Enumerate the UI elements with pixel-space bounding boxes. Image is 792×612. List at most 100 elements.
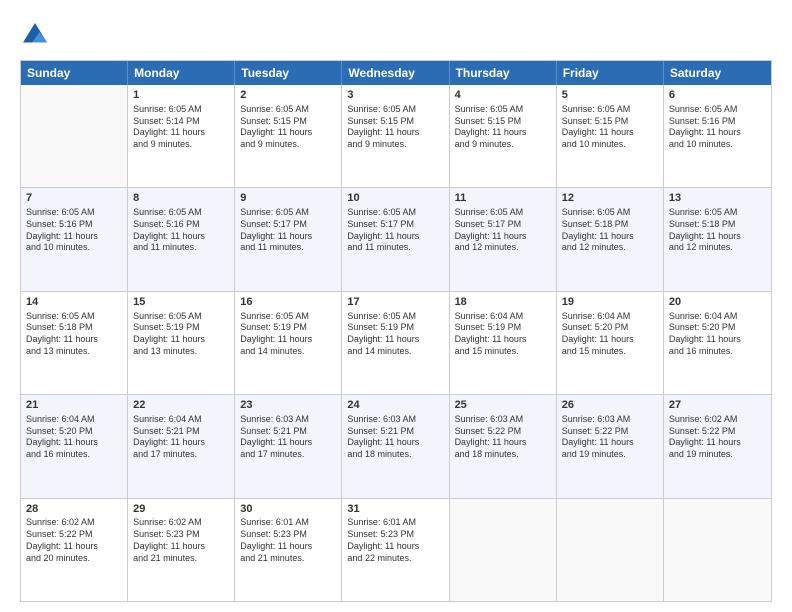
day-number: 10 [347,191,443,206]
cal-cell-day-17: 17Sunrise: 6:05 AM Sunset: 5:19 PM Dayli… [342,292,449,394]
cal-cell-day-20: 20Sunrise: 6:04 AM Sunset: 5:20 PM Dayli… [664,292,771,394]
day-info: Sunrise: 6:05 AM Sunset: 5:16 PM Dayligh… [133,207,229,254]
day-number: 3 [347,88,443,103]
cal-header-friday: Friday [557,61,664,85]
cal-cell-day-19: 19Sunrise: 6:04 AM Sunset: 5:20 PM Dayli… [557,292,664,394]
cal-cell-day-10: 10Sunrise: 6:05 AM Sunset: 5:17 PM Dayli… [342,188,449,290]
cal-cell-day-27: 27Sunrise: 6:02 AM Sunset: 5:22 PM Dayli… [664,395,771,497]
day-number: 7 [26,191,122,206]
day-number: 27 [669,398,766,413]
day-number: 5 [562,88,658,103]
calendar-body: 1Sunrise: 6:05 AM Sunset: 5:14 PM Daylig… [21,85,771,601]
day-info: Sunrise: 6:05 AM Sunset: 5:19 PM Dayligh… [240,311,336,358]
day-info: Sunrise: 6:05 AM Sunset: 5:15 PM Dayligh… [562,104,658,151]
cal-header-wednesday: Wednesday [342,61,449,85]
cal-cell-day-2: 2Sunrise: 6:05 AM Sunset: 5:15 PM Daylig… [235,85,342,187]
cal-cell-day-30: 30Sunrise: 6:01 AM Sunset: 5:23 PM Dayli… [235,499,342,601]
cal-cell-day-11: 11Sunrise: 6:05 AM Sunset: 5:17 PM Dayli… [450,188,557,290]
day-number: 24 [347,398,443,413]
day-number: 9 [240,191,336,206]
cal-cell-day-13: 13Sunrise: 6:05 AM Sunset: 5:18 PM Dayli… [664,188,771,290]
day-info: Sunrise: 6:05 AM Sunset: 5:15 PM Dayligh… [455,104,551,151]
cal-cell-day-31: 31Sunrise: 6:01 AM Sunset: 5:23 PM Dayli… [342,499,449,601]
day-number: 20 [669,295,766,310]
cal-row-3: 21Sunrise: 6:04 AM Sunset: 5:20 PM Dayli… [21,395,771,498]
cal-header-monday: Monday [128,61,235,85]
cal-row-2: 14Sunrise: 6:05 AM Sunset: 5:18 PM Dayli… [21,292,771,395]
cal-header-tuesday: Tuesday [235,61,342,85]
cal-header-thursday: Thursday [450,61,557,85]
day-number: 11 [455,191,551,206]
day-number: 31 [347,502,443,517]
cal-cell-day-21: 21Sunrise: 6:04 AM Sunset: 5:20 PM Dayli… [21,395,128,497]
day-info: Sunrise: 6:05 AM Sunset: 5:17 PM Dayligh… [455,207,551,254]
cal-cell-day-12: 12Sunrise: 6:05 AM Sunset: 5:18 PM Dayli… [557,188,664,290]
cal-cell-day-9: 9Sunrise: 6:05 AM Sunset: 5:17 PM Daylig… [235,188,342,290]
day-number: 22 [133,398,229,413]
day-number: 29 [133,502,229,517]
day-number: 1 [133,88,229,103]
cal-cell-day-14: 14Sunrise: 6:05 AM Sunset: 5:18 PM Dayli… [21,292,128,394]
day-info: Sunrise: 6:05 AM Sunset: 5:18 PM Dayligh… [669,207,766,254]
cal-cell-day-18: 18Sunrise: 6:04 AM Sunset: 5:19 PM Dayli… [450,292,557,394]
cal-cell-empty [21,85,128,187]
day-number: 14 [26,295,122,310]
day-number: 15 [133,295,229,310]
day-number: 30 [240,502,336,517]
day-info: Sunrise: 6:04 AM Sunset: 5:20 PM Dayligh… [26,414,122,461]
cal-cell-day-15: 15Sunrise: 6:05 AM Sunset: 5:19 PM Dayli… [128,292,235,394]
day-number: 12 [562,191,658,206]
day-info: Sunrise: 6:03 AM Sunset: 5:22 PM Dayligh… [455,414,551,461]
day-number: 26 [562,398,658,413]
cal-cell-empty [664,499,771,601]
day-info: Sunrise: 6:02 AM Sunset: 5:22 PM Dayligh… [669,414,766,461]
day-number: 17 [347,295,443,310]
day-info: Sunrise: 6:04 AM Sunset: 5:19 PM Dayligh… [455,311,551,358]
day-info: Sunrise: 6:03 AM Sunset: 5:21 PM Dayligh… [240,414,336,461]
calendar: SundayMondayTuesdayWednesdayThursdayFrid… [20,60,772,602]
day-info: Sunrise: 6:01 AM Sunset: 5:23 PM Dayligh… [347,517,443,564]
day-info: Sunrise: 6:05 AM Sunset: 5:14 PM Dayligh… [133,104,229,151]
day-info: Sunrise: 6:05 AM Sunset: 5:18 PM Dayligh… [562,207,658,254]
cal-cell-day-29: 29Sunrise: 6:02 AM Sunset: 5:23 PM Dayli… [128,499,235,601]
day-info: Sunrise: 6:03 AM Sunset: 5:21 PM Dayligh… [347,414,443,461]
day-info: Sunrise: 6:03 AM Sunset: 5:22 PM Dayligh… [562,414,658,461]
day-info: Sunrise: 6:05 AM Sunset: 5:17 PM Dayligh… [240,207,336,254]
cal-header-sunday: Sunday [21,61,128,85]
day-number: 18 [455,295,551,310]
day-info: Sunrise: 6:04 AM Sunset: 5:21 PM Dayligh… [133,414,229,461]
day-number: 25 [455,398,551,413]
day-info: Sunrise: 6:05 AM Sunset: 5:17 PM Dayligh… [347,207,443,254]
calendar-header-row: SundayMondayTuesdayWednesdayThursdayFrid… [21,61,771,85]
cal-cell-day-8: 8Sunrise: 6:05 AM Sunset: 5:16 PM Daylig… [128,188,235,290]
logo-icon [20,20,50,50]
cal-row-1: 7Sunrise: 6:05 AM Sunset: 5:16 PM Daylig… [21,188,771,291]
cal-header-saturday: Saturday [664,61,771,85]
cal-cell-day-26: 26Sunrise: 6:03 AM Sunset: 5:22 PM Dayli… [557,395,664,497]
cal-row-4: 28Sunrise: 6:02 AM Sunset: 5:22 PM Dayli… [21,499,771,601]
day-number: 23 [240,398,336,413]
cal-cell-day-22: 22Sunrise: 6:04 AM Sunset: 5:21 PM Dayli… [128,395,235,497]
cal-cell-day-6: 6Sunrise: 6:05 AM Sunset: 5:16 PM Daylig… [664,85,771,187]
cal-cell-empty [557,499,664,601]
day-info: Sunrise: 6:05 AM Sunset: 5:16 PM Dayligh… [26,207,122,254]
day-number: 2 [240,88,336,103]
day-info: Sunrise: 6:01 AM Sunset: 5:23 PM Dayligh… [240,517,336,564]
day-info: Sunrise: 6:05 AM Sunset: 5:16 PM Dayligh… [669,104,766,151]
cal-cell-day-3: 3Sunrise: 6:05 AM Sunset: 5:15 PM Daylig… [342,85,449,187]
cal-row-0: 1Sunrise: 6:05 AM Sunset: 5:14 PM Daylig… [21,85,771,188]
day-number: 28 [26,502,122,517]
day-info: Sunrise: 6:05 AM Sunset: 5:15 PM Dayligh… [240,104,336,151]
header [20,20,772,50]
cal-cell-day-5: 5Sunrise: 6:05 AM Sunset: 5:15 PM Daylig… [557,85,664,187]
cal-cell-day-7: 7Sunrise: 6:05 AM Sunset: 5:16 PM Daylig… [21,188,128,290]
day-number: 6 [669,88,766,103]
page: SundayMondayTuesdayWednesdayThursdayFrid… [0,0,792,612]
cal-cell-day-1: 1Sunrise: 6:05 AM Sunset: 5:14 PM Daylig… [128,85,235,187]
day-number: 21 [26,398,122,413]
day-info: Sunrise: 6:05 AM Sunset: 5:15 PM Dayligh… [347,104,443,151]
day-info: Sunrise: 6:02 AM Sunset: 5:22 PM Dayligh… [26,517,122,564]
cal-cell-day-23: 23Sunrise: 6:03 AM Sunset: 5:21 PM Dayli… [235,395,342,497]
day-info: Sunrise: 6:05 AM Sunset: 5:18 PM Dayligh… [26,311,122,358]
logo [20,20,54,50]
